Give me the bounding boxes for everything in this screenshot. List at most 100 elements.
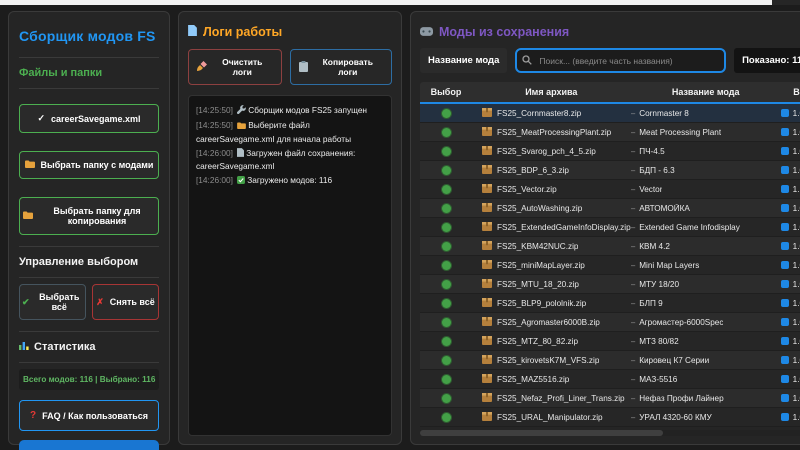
select-all-label: Выбрать всё — [36, 292, 83, 312]
horizontal-scrollbar[interactable] — [420, 430, 800, 436]
mod-selected-toggle[interactable] — [420, 147, 472, 156]
mod-version-cell: 1.0.0.0 — [781, 280, 800, 289]
mod-name: Кировец К7 Серии — [639, 356, 709, 365]
mod-row[interactable]: FS25_Svarog_pch_4_5.zip–ПЧ-4.51.0.0.0 — [420, 142, 800, 161]
mod-name-cell: –Cornmaster 8 — [631, 109, 781, 118]
mod-selected-toggle[interactable] — [420, 413, 472, 422]
mod-version: 1.0.1.0 — [793, 375, 800, 384]
mod-version-cell: 1.0.0.3 — [781, 109, 800, 118]
mod-selected-toggle[interactable] — [420, 337, 472, 346]
package-icon — [482, 184, 492, 195]
package-icon — [482, 336, 492, 347]
mod-archive-name: FS25_BLP9_pololnik.zip — [497, 299, 586, 308]
selected-dot-icon — [442, 299, 451, 308]
faq-button[interactable]: ? FAQ / Как пользоваться — [19, 400, 159, 431]
clear-logs-button[interactable]: Очистить логи — [188, 49, 282, 85]
mod-name-cell: –Агромастер-6000Spec — [631, 318, 781, 327]
log-output[interactable]: [14:25:50] Сборщик модов FS25 запущен[14… — [188, 95, 392, 436]
mod-name: МАЗ-5516 — [639, 375, 677, 384]
mod-row[interactable]: FS25_Vector.zip–Vector1.1.1.1 — [420, 180, 800, 199]
mod-selected-toggle[interactable] — [420, 375, 472, 384]
mod-row[interactable]: FS25_KBM42NUC.zip–КВМ 4.21.0.0.0 — [420, 237, 800, 256]
mod-selected-toggle[interactable] — [420, 242, 472, 251]
mod-row[interactable]: FS25_Nefaz_Profi_Liner_Trans.zip–Нефаз П… — [420, 389, 800, 408]
mod-archive-cell: FS25_Svarog_pch_4_5.zip — [472, 146, 631, 157]
mod-row[interactable]: FS25_ExtendedGameInfoDisplay.zip–Extende… — [420, 218, 800, 237]
version-icon — [781, 337, 789, 345]
dash-separator: – — [631, 394, 636, 403]
mod-archive-name: FS25_Cornmaster8.zip — [497, 109, 581, 118]
mod-version: 1.0.0.0 — [793, 147, 800, 156]
mod-version: 1.0.0.0 — [793, 242, 800, 251]
choose-copy-folder-button[interactable]: Выбрать папку для копирования — [19, 197, 159, 235]
mod-row[interactable]: FS25_MTU_18_20.zip–МТУ 18/201.0.0.0 — [420, 275, 800, 294]
mod-row[interactable]: FS25_URAL_Manipulator.zip–УРАЛ 4320-60 К… — [420, 408, 800, 427]
choose-mods-folder-button[interactable]: Выбрать папку с модами — [19, 151, 159, 179]
mod-row[interactable]: FS25_MAZ5516.zip–МАЗ-55161.0.1.0 — [420, 370, 800, 389]
dash-separator: – — [631, 147, 636, 156]
version-icon — [781, 128, 789, 136]
mod-selected-toggle[interactable] — [420, 128, 472, 137]
mod-row[interactable]: FS25_MTZ_80_82.zip–МТЗ 80/821.0.0.0 — [420, 332, 800, 351]
mod-selected-toggle[interactable] — [420, 261, 472, 270]
mod-selected-toggle[interactable] — [420, 318, 472, 327]
log-entry: [14:25:50] Выберите файл careerSavegame.… — [196, 119, 384, 146]
savegame-file-button[interactable]: ✓ careerSavegame.xml — [19, 104, 159, 133]
mod-selected-toggle[interactable] — [420, 223, 472, 232]
deselect-all-button[interactable]: ✗ Снять всё — [92, 284, 159, 320]
dash-separator: – — [631, 356, 636, 365]
mod-row[interactable]: FS25_Cornmaster8.zip –Cornmaster 81.0.0.3 — [420, 104, 800, 123]
deselect-all-label: Снять всё — [110, 297, 155, 307]
shown-count-badge: Показано: 116 / 116 — [734, 48, 800, 73]
dash-separator: – — [631, 185, 636, 194]
mod-name: Cornmaster 8 — [639, 109, 689, 118]
mod-selected-toggle[interactable] — [420, 394, 472, 403]
dash-separator: – — [631, 337, 636, 346]
build-mods-button[interactable]: Собрать моды — [19, 440, 159, 450]
mod-name-cell: –БЛП 9 — [631, 299, 781, 308]
app-title: Сборщик модов FS — [19, 28, 159, 44]
mod-name: Нефаз Профи Лайнер — [639, 394, 723, 403]
mod-row[interactable]: FS25_BDP_6_3.zip–БДП - 6.31.0.0.1 — [420, 161, 800, 180]
mod-row[interactable]: FS25_AutoWashing.zip–АВТОМОЙКА1.0.0.1 — [420, 199, 800, 218]
copy-logs-button[interactable]: Копировать логи — [290, 49, 392, 85]
version-icon — [781, 223, 789, 231]
version-icon — [781, 413, 789, 421]
mod-row[interactable]: FS25_BLP9_pololnik.zip –БЛП 91.0.0.0 — [420, 294, 800, 313]
check-icon: ✓ — [37, 113, 45, 124]
mod-selected-toggle[interactable] — [420, 299, 472, 308]
mod-row[interactable]: FS25_Agromaster6000B.zip–Агромастер-6000… — [420, 313, 800, 332]
mod-version-cell: 1.0.0.0 — [781, 413, 800, 422]
divider — [19, 57, 159, 58]
mod-archive-name: FS25_miniMapLayer.zip — [497, 261, 585, 270]
mod-name-cell: –Meat Processing Plant — [631, 128, 781, 137]
mod-selected-toggle[interactable] — [420, 204, 472, 213]
mod-selected-toggle[interactable] — [420, 166, 472, 175]
broom-icon — [197, 61, 207, 73]
select-all-button[interactable]: ✔ Выбрать всё — [19, 284, 86, 320]
mod-name-cell: –Кировец К7 Серии — [631, 356, 781, 365]
mod-archive-name: FS25_BDP_6_3.zip — [497, 166, 569, 175]
mod-selected-toggle[interactable] — [420, 109, 472, 118]
dash-separator: – — [631, 223, 636, 232]
mod-version-cell: 1.0.0.0 — [781, 299, 800, 308]
dash-separator: – — [631, 318, 636, 327]
mod-version: 1.0.0.0 — [793, 280, 800, 289]
mod-row[interactable]: FS25_miniMapLayer.zip–Mini Map Layers1.0… — [420, 256, 800, 275]
version-icon — [781, 147, 789, 155]
horizontal-scrollbar-thumb[interactable] — [420, 430, 663, 436]
selected-dot-icon — [442, 109, 451, 118]
dash-separator: – — [631, 242, 636, 251]
search-input[interactable] — [515, 48, 726, 73]
version-icon — [781, 261, 789, 269]
clipboard-icon — [299, 61, 308, 74]
mod-row[interactable]: FS25_kirovetsK7M_VFS.zip–Кировец К7 Сери… — [420, 351, 800, 370]
mod-selected-toggle[interactable] — [420, 280, 472, 289]
mod-version-cell: 1.0.0.2 — [781, 128, 800, 137]
mod-version-cell: 1.0.0.1 — [781, 204, 800, 213]
mod-selected-toggle[interactable] — [420, 356, 472, 365]
package-icon — [482, 355, 492, 366]
mod-row[interactable]: FS25_MeatProcessingPlant.zip–Meat Proces… — [420, 123, 800, 142]
selected-dot-icon — [442, 280, 451, 289]
mod-selected-toggle[interactable] — [420, 185, 472, 194]
